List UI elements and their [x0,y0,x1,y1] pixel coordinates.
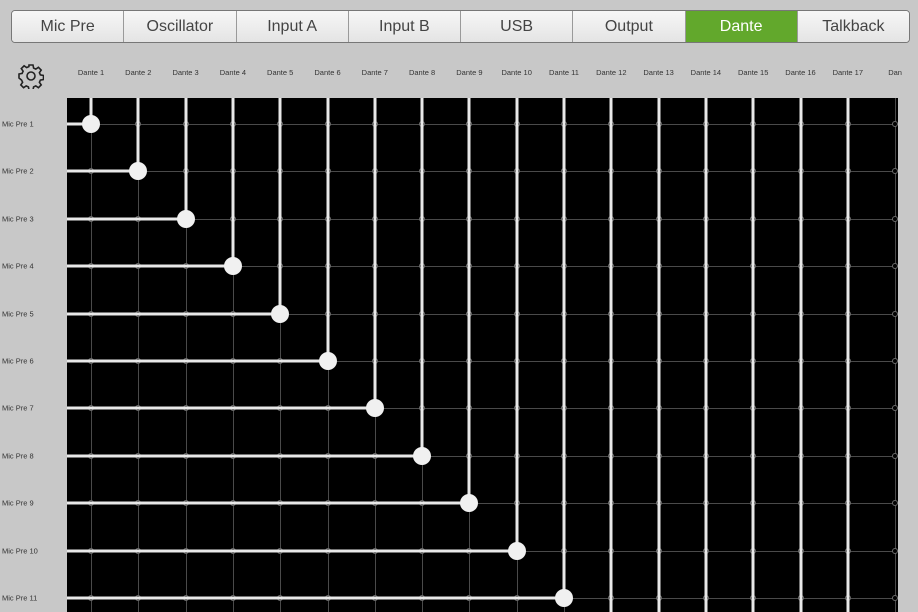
column-label: Dan [888,68,902,77]
column-signal-line [704,98,708,612]
column-label: Dante 1 [77,68,105,77]
column-label: Dante 16 [785,68,816,77]
route-vertical-line [326,98,329,361]
route-horizontal-line [67,264,233,268]
route-vertical-line [278,98,282,314]
grid-row-line [67,124,898,125]
column-label: Dante 9 [456,68,483,77]
column-label: Dante 6 [314,68,341,77]
row-label: Mic Pre 7 [2,403,34,413]
route-vertical-line [562,98,566,598]
route-horizontal-line [67,549,517,553]
row-label: Mic Pre 5 [2,309,34,319]
tab-mic-pre[interactable]: Mic Pre [12,11,125,42]
route-connection-dot[interactable] [460,494,479,513]
row-label: Mic Pre 4 [2,261,34,271]
column-label: Dante 15 [737,68,769,77]
row-label: Mic Pre 2 [2,166,34,176]
crosspoint[interactable] [892,168,898,175]
row-label: Mic Pre 11 [2,593,38,603]
gear-icon[interactable] [18,63,44,89]
grid-column-line [91,98,92,612]
route-horizontal-line [67,596,564,600]
row-label: Mic Pre 3 [2,214,34,224]
row-label: Mic Pre 9 [2,498,34,508]
row-label: Mic Pre 10 [2,546,38,556]
column-label: Dante 11 [549,68,579,77]
route-connection-dot[interactable] [365,399,384,418]
route-vertical-line [467,98,471,504]
column-label: Dante 2 [125,68,152,77]
column-signal-line [846,98,850,612]
route-connection-dot[interactable] [555,589,573,607]
route-horizontal-line [67,454,423,458]
column-signal-line [751,98,755,612]
column-label: Dante 13 [643,68,674,77]
column-label: Dante 12 [596,68,627,77]
route-connection-dot[interactable] [223,257,242,276]
grid-row-line [67,171,898,173]
route-connection-dot[interactable] [271,304,290,323]
crosspoint[interactable] [892,500,898,507]
tab-bar: Mic Pre Oscillator Input A Input B USB O… [11,10,910,43]
route-connection-dot[interactable] [129,162,148,181]
route-horizontal-line [67,501,470,505]
column-signal-line [609,98,613,612]
crosspoint[interactable] [892,121,898,127]
row-label: Mic Pre 8 [2,451,34,461]
route-vertical-line [373,98,377,409]
tab-oscillator[interactable]: Oscillator [124,11,237,42]
grid-column-line [895,98,897,612]
column-label: Dante 7 [361,68,388,77]
column-label: Dante 5 [267,68,294,77]
column-signal-line [799,98,802,612]
tab-dante[interactable]: Dante [685,11,798,42]
route-horizontal-line [67,217,186,221]
tab-usb[interactable]: USB [461,11,574,42]
route-vertical-line [515,98,519,551]
column-label: Dante 17 [832,68,864,77]
route-horizontal-line [67,359,328,363]
crosspoint[interactable] [892,358,898,364]
route-horizontal-line [67,312,281,316]
route-vertical-line [184,98,188,219]
crosspoint[interactable] [892,595,898,601]
column-signal-line [657,98,661,612]
crosspoint[interactable] [892,215,898,222]
tab-input-b[interactable]: Input B [348,11,461,42]
column-label: Dante 3 [172,68,199,77]
tab-talkback[interactable]: Talkback [797,11,909,42]
route-vertical-line [231,98,235,267]
column-label: Dante 4 [219,68,247,77]
route-connection-dot[interactable] [318,352,337,370]
route-horizontal-line [67,406,375,410]
column-label: Dante 8 [408,68,436,77]
crosspoint[interactable] [892,310,898,317]
column-label: Dante 14 [690,68,722,77]
crosspoint[interactable] [892,263,898,270]
row-label: Mic Pre 6 [2,356,34,366]
route-connection-dot[interactable] [413,446,432,465]
route-connection-dot[interactable] [176,209,195,228]
route-connection-dot[interactable] [507,541,526,560]
tab-output[interactable]: Output [573,11,686,42]
route-vertical-line [136,98,140,172]
crosspoint[interactable] [892,405,898,412]
route-horizontal-line [67,169,139,173]
routing-matrix[interactable] [67,98,898,612]
route-connection-dot[interactable] [82,115,100,133]
row-label: Mic Pre 1 [2,119,34,129]
crosspoint[interactable] [892,547,898,554]
crosspoint[interactable] [892,452,898,459]
tab-input-a[interactable]: Input A [236,11,349,42]
route-vertical-line [420,98,424,456]
column-label: Dante 10 [501,68,532,77]
